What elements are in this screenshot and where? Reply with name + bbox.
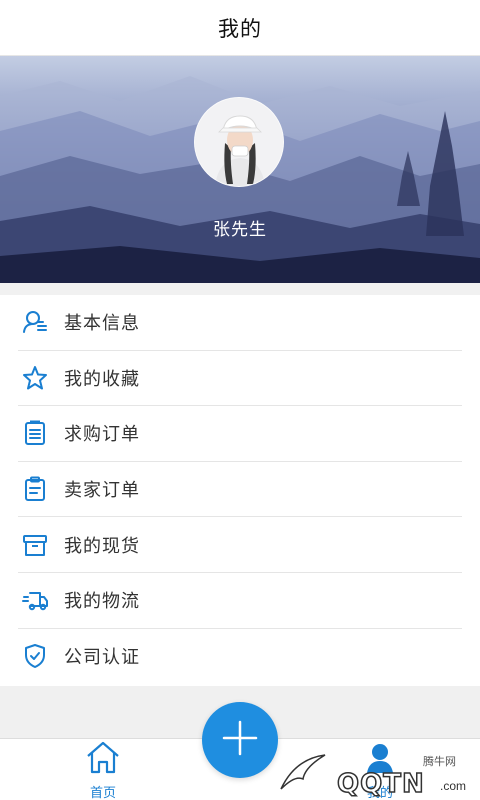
menu-item-label: 我的现货 (64, 535, 140, 556)
clipboard-list-icon (20, 418, 50, 448)
tab-me[interactable]: 我的 (330, 739, 430, 800)
menu-item-purchase-orders[interactable]: 求购订单 (18, 406, 462, 462)
profile-banner: 张先生 (0, 56, 480, 283)
tab-me-label: 我的 (366, 785, 393, 800)
user-name: 张先生 (213, 220, 267, 239)
menu-item-favorites[interactable]: 我的收藏 (18, 351, 462, 407)
user-icon (361, 739, 399, 780)
truck-icon (20, 585, 50, 615)
user-info-icon (20, 307, 50, 337)
add-button[interactable] (202, 702, 278, 778)
shield-check-icon (20, 641, 50, 671)
menu-item-stock[interactable]: 我的现货 (18, 517, 462, 573)
menu-item-logistics[interactable]: 我的物流 (18, 573, 462, 629)
tab-home[interactable]: 首页 (53, 739, 153, 800)
menu-item-label: 公司认证 (64, 647, 140, 668)
menu-item-label: 我的物流 (64, 591, 140, 612)
plus-icon (220, 718, 260, 763)
tab-home-label: 首页 (89, 785, 116, 800)
menu-item-company-verification[interactable]: 公司认证 (18, 629, 462, 685)
menu-item-label: 卖家订单 (64, 480, 140, 501)
menu-item-label: 我的收藏 (64, 368, 140, 389)
menu-item-basic-info[interactable]: 基本信息 (18, 295, 462, 351)
page-title: 我的 (218, 17, 262, 41)
section-divider (0, 283, 480, 295)
profile-menu: 基本信息 我的收藏 求购订单 卖家订单 我的现货 我的物流 公司认证 (0, 295, 480, 686)
home-icon (84, 739, 122, 780)
clipboard-icon (20, 474, 50, 504)
menu-item-label: 基本信息 (64, 313, 140, 334)
archive-box-icon (20, 530, 50, 560)
menu-item-seller-orders[interactable]: 卖家订单 (18, 462, 462, 518)
page-header: 我的 (0, 0, 480, 56)
avatar-image (195, 98, 283, 186)
star-icon (20, 363, 50, 393)
avatar[interactable] (194, 97, 284, 187)
menu-item-label: 求购订单 (64, 424, 140, 445)
